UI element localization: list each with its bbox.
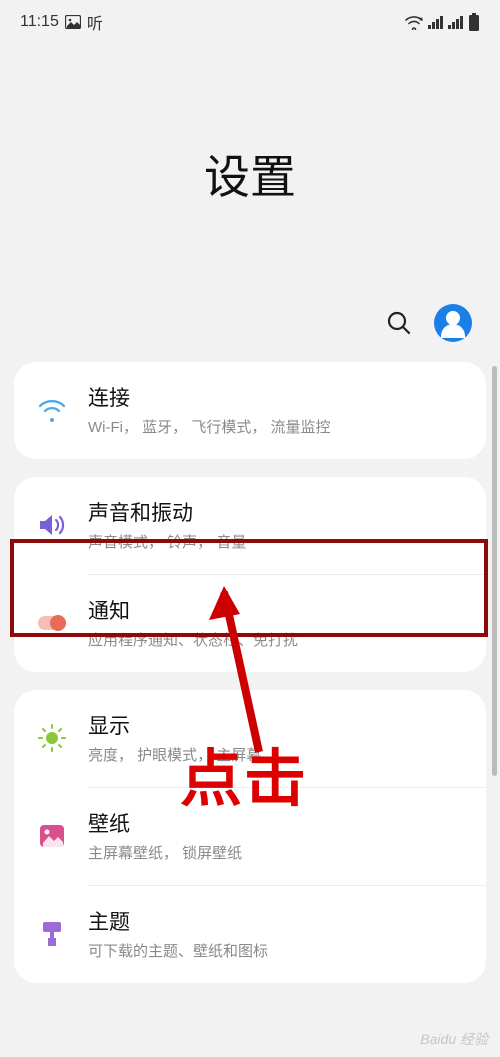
item-subtitle: 亮度， 护眼模式， 主屏幕 [88, 744, 466, 765]
list-item-sound[interactable]: 声音和振动 声音模式， 铃声， 音量 [14, 477, 486, 574]
item-title: 通知 [88, 595, 466, 625]
wifi-icon [34, 398, 70, 422]
search-icon[interactable] [386, 310, 412, 336]
wifi-icon [404, 14, 424, 30]
item-title: 壁纸 [88, 808, 466, 838]
card-display-wallpaper-theme: 显示 亮度， 护眼模式， 主屏幕 壁纸 主屏幕壁纸， 锁屏壁纸 主题 可下载的主… [14, 690, 486, 983]
brightness-icon [34, 724, 70, 752]
scroll-bar[interactable] [492, 366, 497, 776]
actions-row [0, 304, 500, 362]
profile-avatar-icon[interactable] [434, 304, 472, 342]
watermark: Baidu 经验 [420, 1029, 488, 1049]
item-title: 声音和振动 [88, 497, 466, 527]
status-bar: 11:15 听 [0, 0, 500, 44]
list-item-notifications[interactable]: 通知 应用程序通知、状态栏、免打扰 [14, 575, 486, 672]
picture-icon [65, 15, 81, 29]
theme-brush-icon [34, 920, 70, 948]
status-time: 11:15 [20, 13, 59, 31]
list-item-wallpaper[interactable]: 壁纸 主屏幕壁纸， 锁屏壁纸 [14, 788, 486, 885]
list-item-display[interactable]: 显示 亮度， 护眼模式， 主屏幕 [14, 690, 486, 787]
wallpaper-icon [34, 824, 70, 848]
card-connections: 连接 Wi-Fi， 蓝牙， 飞行模式， 流量监控 [14, 362, 486, 459]
page-title-area: 设置 [0, 44, 500, 304]
signal-icon [428, 15, 444, 29]
item-subtitle: 应用程序通知、状态栏、免打扰 [88, 629, 466, 650]
speaker-icon [34, 512, 70, 538]
signal-icon-2 [448, 15, 464, 29]
settings-list: 连接 Wi-Fi， 蓝牙， 飞行模式， 流量监控 声音和振动 声音模式， 铃声，… [14, 362, 486, 983]
battery-icon [468, 13, 480, 31]
notification-toggle-icon [34, 613, 70, 633]
item-subtitle: Wi-Fi， 蓝牙， 飞行模式， 流量监控 [88, 416, 466, 437]
item-title: 显示 [88, 710, 466, 740]
item-subtitle: 可下载的主题、壁纸和图标 [88, 940, 466, 961]
list-item-theme[interactable]: 主题 可下载的主题、壁纸和图标 [14, 886, 486, 983]
status-app-label: 听 [87, 10, 103, 34]
page-title: 设置 [204, 141, 296, 207]
item-subtitle: 声音模式， 铃声， 音量 [88, 531, 466, 552]
item-title: 连接 [88, 382, 466, 412]
list-item-connections[interactable]: 连接 Wi-Fi， 蓝牙， 飞行模式， 流量监控 [14, 362, 486, 459]
item-subtitle: 主屏幕壁纸， 锁屏壁纸 [88, 842, 466, 863]
card-sound-notifications: 声音和振动 声音模式， 铃声， 音量 通知 应用程序通知、状态栏、免打扰 [14, 477, 486, 672]
item-title: 主题 [88, 906, 466, 936]
